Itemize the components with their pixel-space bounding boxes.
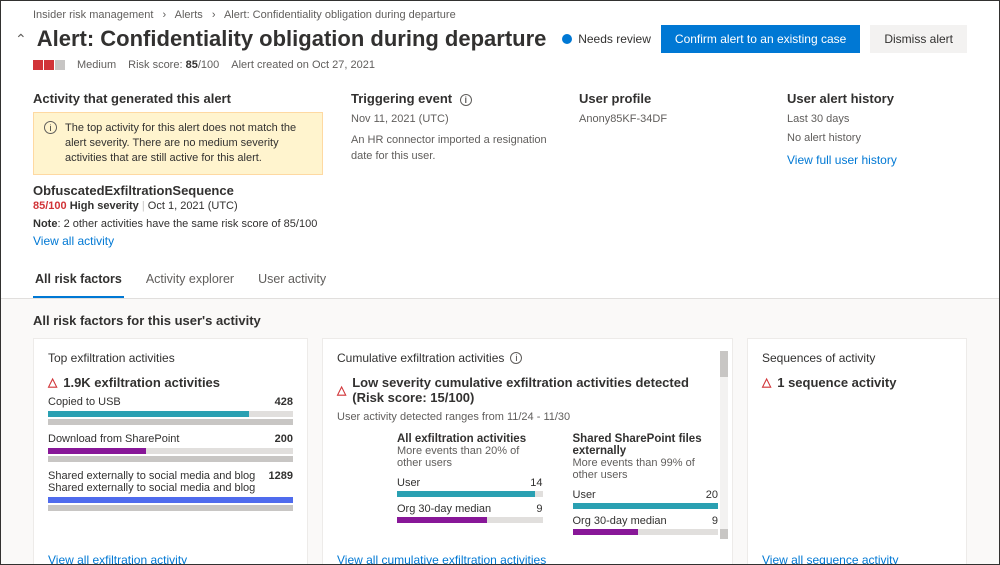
risk-factors-heading: All risk factors for this user's activit… [33, 313, 967, 328]
cum-org-value: 9 [712, 515, 718, 527]
confirm-alert-button[interactable]: Confirm alert to an existing case [661, 25, 860, 53]
card-top-exfiltration: Top exfiltration activities △ 1.9K exfil… [33, 338, 308, 565]
cum-card-heading: Cumulative exfiltration activities i [337, 351, 718, 365]
top-exfil-value: 1289 [269, 470, 293, 494]
breadcrumb-root[interactable]: Insider risk management [33, 9, 153, 21]
status-dot-icon [562, 34, 572, 44]
chevron-right-icon: › [163, 9, 167, 21]
note-text: The top activity for this alert does not… [65, 121, 312, 166]
seq-card-heading: Sequences of activity [762, 351, 952, 365]
alert-meta: Medium Risk score: 85/100 Alert created … [1, 57, 999, 83]
alert-created-text: Alert created on Oct 27, 2021 [231, 59, 375, 71]
card-cumulative-exfiltration: Cumulative exfiltration activities i △ L… [322, 338, 733, 565]
cum-org-value: 9 [536, 503, 542, 515]
info-icon[interactable]: i [510, 352, 522, 364]
cum-col-sub: More events than 99% of other users [573, 457, 719, 481]
severity-icon [33, 60, 65, 70]
breadcrumb-current: Alert: Confidentiality obligation during… [224, 9, 456, 21]
top-exfil-label: Copied to USB [48, 396, 121, 408]
warning-icon: △ [762, 375, 771, 389]
cum-card-title: △ Low severity cumulative exfiltration a… [337, 375, 718, 405]
activity-extra-note: Note: 2 other activities have the same r… [33, 218, 323, 230]
collapse-chevron-icon[interactable]: ⌃ [15, 31, 27, 48]
activity-heading: Activity that generated this alert [33, 91, 323, 106]
cum-col-sub: More events than 20% of other users [397, 445, 543, 469]
cum-metric-col: All exfiltration activitiesMore events t… [397, 433, 543, 541]
history-none: No alert history [787, 131, 967, 146]
page-title: Alert: Confidentiality obligation during… [37, 26, 552, 52]
tab-user-activity[interactable]: User activity [256, 266, 328, 298]
risk-score-label: Risk score: [128, 59, 182, 71]
tab-all-risk-factors[interactable]: All risk factors [33, 266, 124, 298]
tab-bar: All risk factors Activity explorer User … [1, 252, 999, 299]
risk-score-value: 85 [186, 59, 198, 71]
view-all-sequence-link[interactable]: View all sequence activity [762, 553, 899, 565]
view-all-exfiltration-link[interactable]: View all exfiltration activity [48, 553, 187, 565]
cum-user-value: 14 [530, 477, 542, 489]
activity-name: ObfuscatedExfiltrationSequence [33, 183, 323, 198]
view-all-activity-link[interactable]: View all activity [33, 234, 323, 248]
top-exfil-label: Download from SharePoint [48, 433, 179, 445]
info-icon: i [44, 121, 57, 134]
warning-icon: △ [48, 375, 57, 389]
view-user-history-link[interactable]: View full user history [787, 153, 967, 167]
history-period: Last 30 days [787, 112, 967, 127]
profile-user: Anony85KF-34DF [579, 112, 759, 127]
cum-col-heading: Shared SharePoint files externally [573, 433, 719, 457]
cum-col-heading: All exfiltration activities [397, 433, 543, 445]
trigger-text: An HR connector imported a resignation d… [351, 133, 551, 164]
top-card-title: △ 1.9K exfiltration activities [48, 375, 293, 390]
top-exfil-value: 200 [275, 433, 293, 445]
status-label: Needs review [578, 32, 651, 46]
status-needs-review[interactable]: Needs review [562, 32, 651, 46]
top-exfil-row: Copied to USB 428 [48, 396, 293, 425]
top-exfil-label: Shared externally to social media and bl… [48, 470, 269, 494]
cum-user-label: User [397, 477, 420, 489]
cum-org-label: Org 30-day median [397, 503, 491, 515]
top-card-heading: Top exfiltration activities [48, 351, 293, 365]
cum-metric-col: Shared SharePoint files externallyMore e… [573, 433, 719, 541]
risk-score-max: /100 [198, 59, 219, 71]
trigger-date: Nov 11, 2021 (UTC) [351, 112, 551, 127]
cum-subtitle: User activity detected ranges from 11/24… [337, 411, 718, 423]
tab-activity-explorer[interactable]: Activity explorer [144, 266, 236, 298]
profile-heading: User profile [579, 91, 759, 106]
chevron-right-icon: › [212, 9, 216, 21]
cum-user-value: 20 [706, 489, 718, 501]
trigger-heading: Triggering event i [351, 91, 551, 106]
scrollbar[interactable] [720, 351, 728, 539]
top-exfil-row: Shared externally to social media and bl… [48, 470, 293, 511]
breadcrumb-alerts[interactable]: Alerts [175, 9, 203, 21]
seq-card-title: △ 1 sequence activity [762, 375, 952, 390]
activity-meta: 85/100 High severity | Oct 1, 2021 (UTC) [33, 200, 323, 212]
top-exfil-value: 428 [275, 396, 293, 408]
breadcrumb: Insider risk management › Alerts › Alert… [1, 1, 999, 25]
history-heading: User alert history [787, 91, 967, 106]
top-exfil-row: Download from SharePoint 200 [48, 433, 293, 462]
info-icon[interactable]: i [460, 94, 472, 106]
view-all-cumulative-link[interactable]: View all cumulative exfiltration activit… [337, 553, 546, 565]
card-sequences: Sequences of activity △ 1 sequence activ… [747, 338, 967, 565]
cum-org-label: Org 30-day median [573, 515, 667, 527]
dismiss-alert-button[interactable]: Dismiss alert [870, 25, 967, 53]
warning-icon: △ [337, 383, 346, 397]
cum-user-label: User [573, 489, 596, 501]
severity-label: Medium [77, 59, 116, 71]
severity-mismatch-note: i The top activity for this alert does n… [33, 112, 323, 175]
